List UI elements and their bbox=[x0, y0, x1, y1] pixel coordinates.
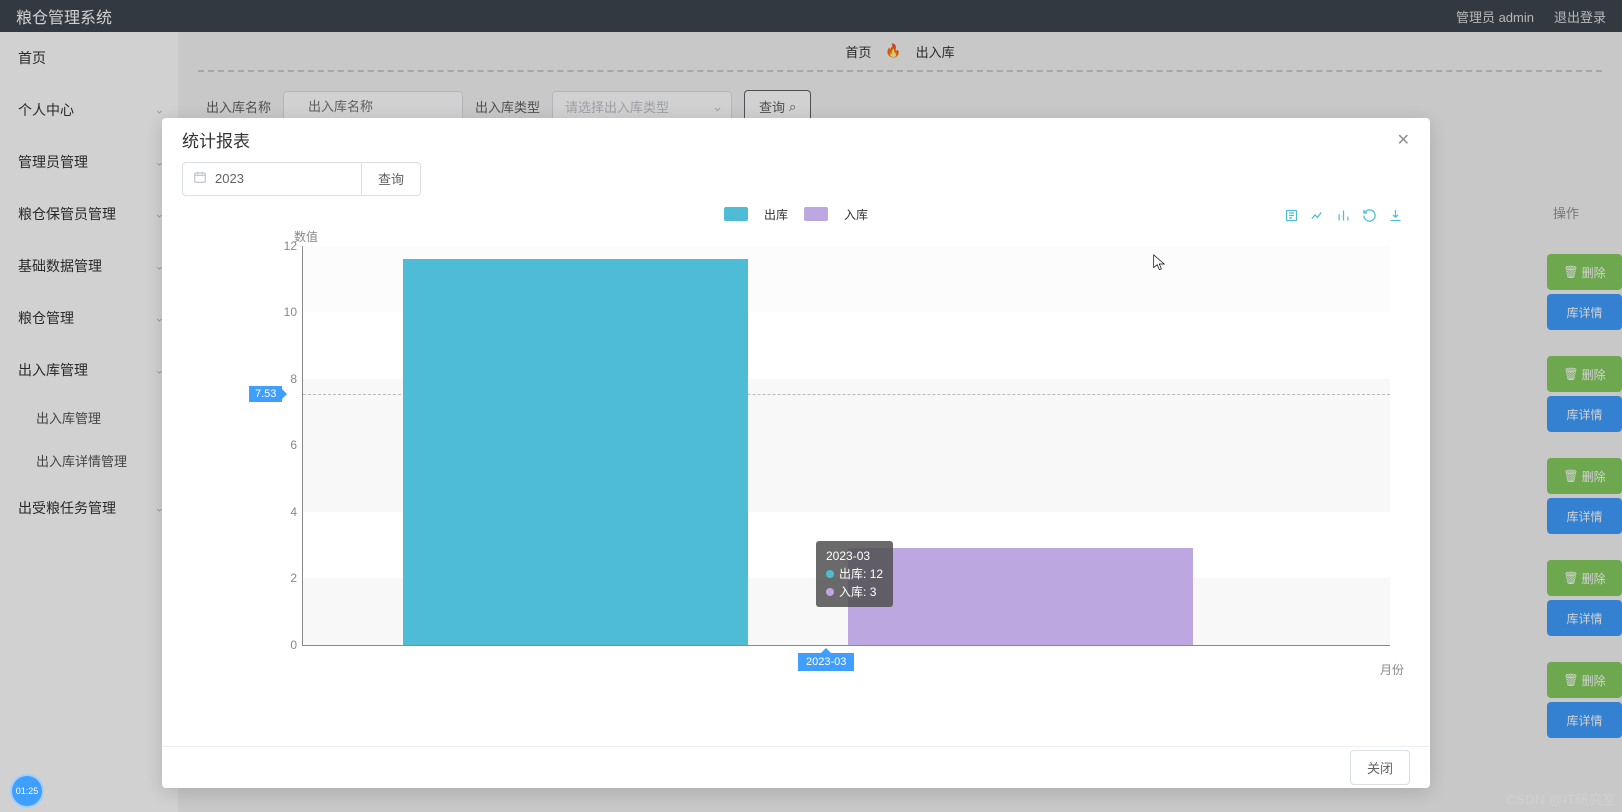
bar-switch-icon[interactable] bbox=[1334, 208, 1352, 227]
chart: 出库 入库 数值 月份 0 bbox=[182, 206, 1410, 736]
dataview-icon[interactable] bbox=[1282, 208, 1300, 227]
y-tick: 0 bbox=[275, 638, 297, 652]
y-marker-label: 7.53 bbox=[249, 386, 282, 402]
y-tick: 2 bbox=[275, 571, 297, 585]
calendar-icon bbox=[193, 170, 207, 187]
query-button[interactable]: 查询 bbox=[362, 162, 421, 196]
chart-tooltip: 2023-03 出库: 12 入库: 3 bbox=[816, 541, 893, 607]
modal-title: 统计报表 bbox=[182, 127, 250, 152]
year-value: 2023 bbox=[215, 171, 244, 186]
bar-out[interactable] bbox=[403, 259, 748, 644]
plot-area: 0 2 4 6 8 10 12 7.53 2023-03 2023-03 出库: bbox=[302, 246, 1390, 646]
restore-icon[interactable] bbox=[1360, 208, 1378, 227]
y-axis-title: 数值 bbox=[294, 228, 318, 245]
legend-swatch-out[interactable] bbox=[724, 207, 748, 221]
legend-label-in[interactable]: 入库 bbox=[844, 206, 868, 223]
y-tick: 10 bbox=[275, 305, 297, 319]
line-switch-icon[interactable] bbox=[1308, 208, 1326, 227]
modal-close-button[interactable]: 关闭 bbox=[1350, 750, 1410, 785]
y-tick: 4 bbox=[275, 505, 297, 519]
year-picker[interactable]: 2023 bbox=[182, 162, 362, 196]
bar-in[interactable] bbox=[848, 548, 1193, 645]
legend-label-out[interactable]: 出库 bbox=[764, 206, 788, 223]
legend-swatch-in[interactable] bbox=[804, 207, 828, 221]
x-axis-title: 月份 bbox=[1380, 661, 1404, 678]
y-tick: 12 bbox=[275, 239, 297, 253]
download-icon[interactable] bbox=[1386, 208, 1404, 227]
x-category-label: 2023-03 bbox=[798, 653, 854, 671]
stats-modal: 统计报表 ✕ 2023 查询 出库 入库 bbox=[162, 118, 1430, 788]
close-icon[interactable]: ✕ bbox=[1397, 130, 1410, 150]
video-time-badge: 01:25 bbox=[10, 774, 44, 808]
y-tick: 6 bbox=[275, 438, 297, 452]
watermark: CSDN @IT研究室 bbox=[1506, 789, 1616, 808]
y-tick: 8 bbox=[275, 372, 297, 386]
